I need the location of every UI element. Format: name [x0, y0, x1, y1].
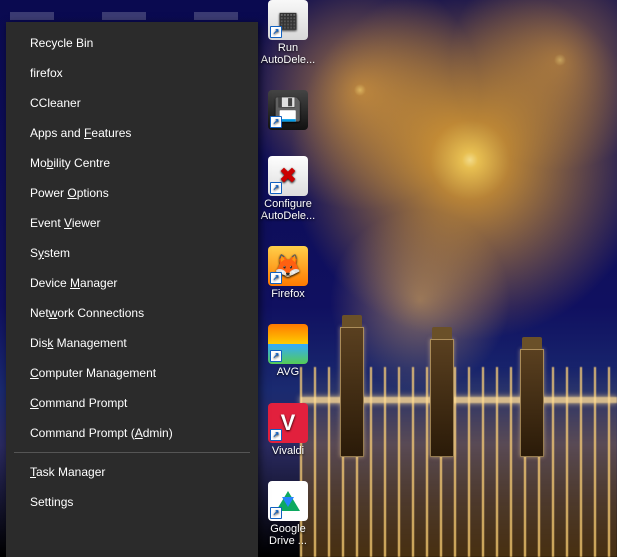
menu-item-computer-management[interactable]: Computer Management [6, 358, 258, 388]
shortcut-arrow-icon: ↗ [270, 182, 282, 194]
menu-item-event-viewer[interactable]: Event Viewer [6, 208, 258, 238]
desktop-icon-run[interactable]: ▦↗Run AutoDele... [258, 0, 318, 66]
vivaldi-icon: V↗ [268, 403, 308, 443]
menu-item-recycle-bin[interactable]: Recycle Bin [6, 28, 258, 58]
menu-item-command-prompt[interactable]: Command Prompt [6, 388, 258, 418]
menu-item-command-prompt-admin[interactable]: Command Prompt (Admin) [6, 418, 258, 448]
avg-icon: ↗ [268, 324, 308, 364]
run-icon: ▦↗ [268, 0, 308, 40]
menu-item-device-manager[interactable]: Device Manager [6, 268, 258, 298]
firefox-icon: 🦊↗ [268, 246, 308, 286]
menu-item-disk-management[interactable]: Disk Management [6, 328, 258, 358]
desktop-icon-label: AVG [277, 366, 299, 378]
desktop-icon-configure[interactable]: ✖↗Configure AutoDele... [258, 156, 318, 222]
desktop-icon-floppy[interactable]: 💾↗ [258, 90, 318, 132]
desktop-icon-label: Run AutoDele... [259, 42, 317, 66]
menu-item-task-manager[interactable]: Task Manager [6, 457, 258, 487]
menu-item-apps-and-features[interactable]: Apps and Features [6, 118, 258, 148]
desktop-icon-label: Configure AutoDele... [259, 198, 317, 222]
desktop-icon-google-drive[interactable]: ↗ Google Drive ... [258, 481, 318, 547]
configure-icon: ✖↗ [268, 156, 308, 196]
desktop-icon-label: Firefox [271, 288, 305, 300]
desktop-icon-label: Vivaldi [272, 445, 304, 457]
desktop-icon-label: Google Drive ... [259, 523, 317, 547]
shortcut-arrow-icon: ↗ [270, 116, 282, 128]
desktop-icon-vivaldi[interactable]: V↗ Vivaldi [258, 403, 318, 457]
shortcut-arrow-icon: ↗ [270, 26, 282, 38]
wallpaper-towers [310, 317, 607, 457]
menu-item-network-connections[interactable]: Network Connections [6, 298, 258, 328]
shortcut-arrow-icon: ↗ [270, 507, 282, 519]
menu-item-system[interactable]: System [6, 238, 258, 268]
menu-separator [14, 452, 250, 453]
desktop-icon-column: ▦↗Run AutoDele... 💾↗ ✖↗Configure AutoDele.… [258, 0, 318, 557]
winx-context-menu: Recycle BinfirefoxCCleanerApps and Featu… [6, 22, 258, 557]
desktop-wallpaper-fireworks[interactable]: ▦↗Run AutoDele... 💾↗ ✖↗Configure AutoDele.… [0, 0, 617, 557]
shortcut-arrow-icon: ↗ [270, 272, 282, 284]
menu-item-power-options[interactable]: Power Options [6, 178, 258, 208]
desktop-top-row [0, 0, 257, 22]
shortcut-arrow-icon: ↗ [270, 429, 282, 441]
menu-item-settings[interactable]: Settings [6, 487, 258, 517]
menu-item-ccleaner[interactable]: CCleaner [6, 88, 258, 118]
menu-item-firefox[interactable]: firefox [6, 58, 258, 88]
floppy-icon: 💾↗ [268, 90, 308, 130]
desktop-icon-firefox[interactable]: 🦊↗ Firefox [258, 246, 318, 300]
menu-item-mobility-centre[interactable]: Mobility Centre [6, 148, 258, 178]
desktop-icon-avg[interactable]: ↗ AVG [258, 324, 318, 378]
shortcut-arrow-icon: ↗ [270, 350, 282, 362]
google-drive-icon: ↗ [268, 481, 308, 521]
